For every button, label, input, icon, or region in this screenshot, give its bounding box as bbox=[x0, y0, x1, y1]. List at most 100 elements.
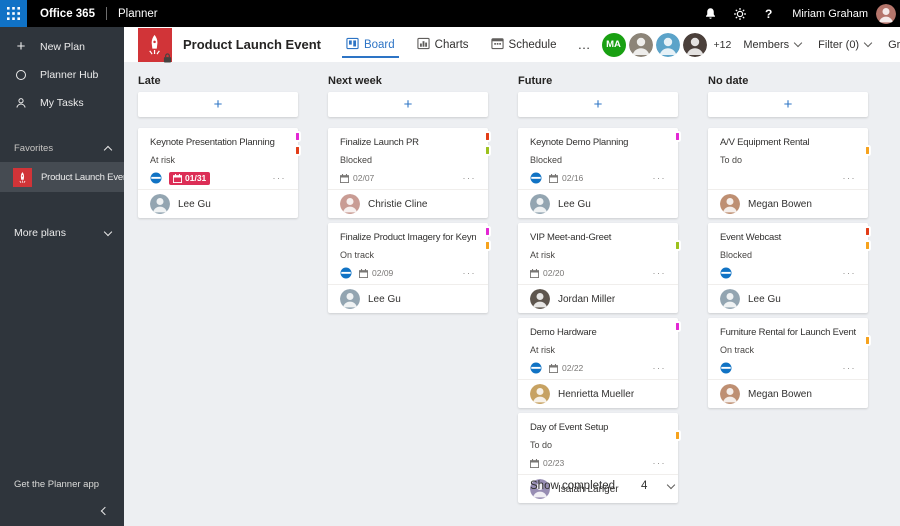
card-meta-row: 02/16 ··· bbox=[530, 169, 666, 187]
comment-icon bbox=[340, 267, 352, 279]
app-launcher-icon[interactable] bbox=[0, 0, 27, 27]
card-more-button[interactable]: ··· bbox=[653, 173, 667, 183]
card-more-button[interactable]: ··· bbox=[463, 173, 477, 183]
card-body: Event Webcast Blocked ··· bbox=[708, 223, 868, 284]
card-more-button[interactable]: ··· bbox=[843, 173, 857, 183]
avatar[interactable]: MA bbox=[601, 32, 626, 57]
brand-title[interactable]: Office 365 bbox=[40, 8, 95, 20]
label-red bbox=[484, 131, 491, 142]
charts-icon bbox=[417, 37, 430, 53]
bell-icon[interactable] bbox=[696, 0, 725, 27]
task-card[interactable]: Furniture Rental for Launch Event On trac… bbox=[708, 318, 871, 408]
tab-label: Schedule bbox=[508, 38, 557, 51]
show-completed-toggle[interactable]: Show completed 4 bbox=[518, 480, 678, 492]
gear-icon[interactable] bbox=[725, 0, 754, 27]
card-body: Finalize Product Imagery for Keynote On t… bbox=[328, 223, 488, 284]
assignee-name: Lee Gu bbox=[178, 198, 211, 210]
get-planner-app-link[interactable]: Get the Planner app bbox=[14, 479, 99, 490]
calendar-icon bbox=[549, 363, 558, 373]
task-card[interactable]: Event Webcast Blocked ··· Lee Gu bbox=[708, 223, 871, 313]
more-plans-label: More plans bbox=[14, 227, 66, 239]
members-overflow-count[interactable]: +12 bbox=[714, 39, 732, 51]
app-name[interactable]: Planner bbox=[118, 8, 158, 20]
task-card[interactable]: Keynote Demo Planning Blocked 02/16 ··· Lee … bbox=[518, 128, 681, 218]
card-title: Keynote Demo Planning bbox=[530, 137, 629, 148]
assignee-strip: Lee Gu bbox=[328, 284, 488, 313]
sidebar-item-planner-hub[interactable]: Planner Hub bbox=[0, 61, 124, 89]
avatar[interactable] bbox=[682, 32, 707, 57]
collapse-sidebar-button[interactable] bbox=[97, 503, 113, 519]
assignee-name: Megan Bowen bbox=[748, 198, 812, 210]
avatar[interactable] bbox=[628, 32, 653, 57]
card-more-button[interactable]: ··· bbox=[653, 268, 667, 278]
sidebar-item-my-tasks[interactable]: My Tasks bbox=[0, 89, 124, 117]
help-icon[interactable]: ? bbox=[754, 0, 783, 27]
task-card[interactable]: Demo Hardware At risk 02/22 ··· Henrietta Mu… bbox=[518, 318, 681, 408]
group-by-dropdown[interactable]: Group by Due date bbox=[888, 39, 900, 51]
user-avatar[interactable] bbox=[876, 3, 896, 24]
add-task-button[interactable]: + bbox=[328, 92, 488, 117]
calendar-icon bbox=[340, 173, 349, 183]
card-more-button[interactable]: ··· bbox=[843, 268, 857, 278]
card-meta-row: 02/20 ··· bbox=[530, 264, 666, 282]
chevron-down-icon bbox=[793, 38, 803, 48]
column-title: Future bbox=[518, 75, 553, 87]
card-title: A/V Equipment Rental bbox=[720, 137, 810, 148]
filter-dropdown[interactable]: Filter (0) bbox=[818, 39, 873, 51]
add-task-button[interactable]: + bbox=[518, 92, 678, 117]
card-body: Furniture Rental for Launch Event On trac… bbox=[708, 318, 868, 379]
tab-label: Board bbox=[363, 38, 395, 51]
task-card[interactable]: Finalize Launch PR Blocked 02/07 ··· Christi… bbox=[328, 128, 491, 218]
label-green bbox=[674, 240, 681, 251]
add-task-button[interactable]: + bbox=[708, 92, 868, 117]
favorites-section-header[interactable]: Favorites bbox=[0, 138, 124, 158]
more-plans-toggle[interactable]: More plans bbox=[0, 223, 124, 243]
plan-icon bbox=[13, 167, 32, 187]
card-title: Finalize Launch PR bbox=[340, 137, 419, 148]
avatar bbox=[530, 289, 550, 309]
sidebar-item-label: Planner Hub bbox=[40, 69, 99, 81]
plan-icon bbox=[138, 27, 172, 62]
tab-schedule[interactable]: Schedule bbox=[480, 27, 568, 62]
assignee-name: Jordan Miller bbox=[558, 293, 616, 305]
calendar-icon bbox=[530, 458, 539, 468]
card-title: Day of Event Setup bbox=[530, 422, 609, 433]
task-card[interactable]: A/V Equipment Rental To do ··· Megan Bowen bbox=[708, 128, 871, 218]
column-late: Late + Keynote Presentation Planning At ris… bbox=[138, 62, 301, 223]
card-meta-row: ··· bbox=[720, 169, 856, 187]
task-card[interactable]: Finalize Product Imagery for Keynote On t… bbox=[328, 223, 491, 313]
tab-board[interactable]: Board bbox=[335, 27, 406, 62]
column-title: Next week bbox=[328, 75, 382, 87]
card-more-button[interactable]: ··· bbox=[843, 363, 857, 373]
card-title: Furniture Rental for Launch Event bbox=[720, 327, 856, 338]
due-date: 02/23 bbox=[530, 458, 564, 468]
members-dropdown[interactable]: Members bbox=[743, 38, 803, 51]
show-completed-label: Show completed bbox=[530, 480, 616, 492]
user-name[interactable]: Miriam Graham bbox=[792, 8, 868, 20]
card-status: To do bbox=[530, 440, 553, 450]
chevron-down-icon bbox=[666, 480, 676, 489]
card-more-button[interactable]: ··· bbox=[653, 458, 667, 468]
card-status: Blocked bbox=[530, 155, 563, 165]
assignee-strip: Lee Gu bbox=[518, 189, 678, 218]
assignee-name: Christie Cline bbox=[368, 198, 428, 210]
card-more-button[interactable]: ··· bbox=[653, 363, 667, 373]
more-tabs-button[interactable]: … bbox=[568, 27, 602, 62]
sidebar-item-product-launch-event[interactable]: Product Launch Event bbox=[0, 162, 124, 192]
avatar[interactable] bbox=[655, 32, 680, 57]
person-icon bbox=[14, 97, 28, 109]
card-meta-row: 02/22 ··· bbox=[530, 359, 666, 377]
card-more-button[interactable]: ··· bbox=[273, 173, 287, 183]
card-more-button[interactable]: ··· bbox=[463, 268, 477, 278]
assignee-name: Megan Bowen bbox=[748, 388, 812, 400]
task-card[interactable]: VIP Meet-and-Greet At risk 02/20 ··· Jordan … bbox=[518, 223, 681, 313]
sidebar-item-new-plan[interactable]: + New Plan bbox=[0, 33, 124, 61]
favorite-plan-label: Product Launch Event bbox=[41, 171, 124, 183]
task-card[interactable]: Keynote Presentation Planning At risk 01/3… bbox=[138, 128, 301, 218]
assignee-strip: Megan Bowen bbox=[708, 189, 868, 218]
add-task-button[interactable]: + bbox=[138, 92, 298, 117]
tab-charts[interactable]: Charts bbox=[406, 27, 480, 62]
plan-header: Product Launch Event Board Charts Schedu… bbox=[124, 27, 900, 62]
assignee-name: Lee Gu bbox=[558, 198, 591, 210]
page-title: Product Launch Event bbox=[183, 37, 321, 52]
